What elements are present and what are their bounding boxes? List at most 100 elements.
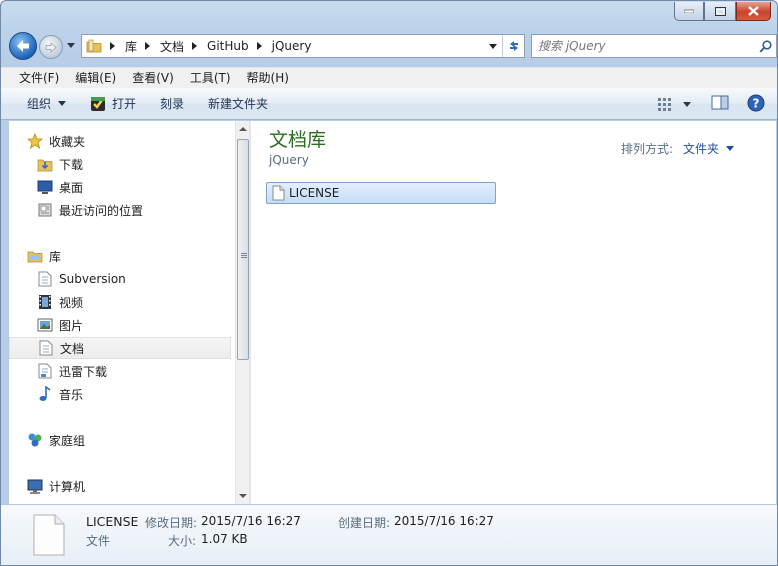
nav-desktop[interactable]: 桌面 xyxy=(9,176,83,198)
videos-icon xyxy=(37,294,53,310)
nav-label: 文档 xyxy=(60,341,85,356)
recent-places-icon xyxy=(37,202,53,218)
nav-label: 图片 xyxy=(59,318,84,333)
refresh-icon xyxy=(509,41,518,51)
menu-bar: 文件(F) 编辑(E) 查看(V) 工具(T) 帮助(H) xyxy=(1,67,777,88)
nav-label: 最近访问的位置 xyxy=(59,203,144,218)
recent-pages-dropdown[interactable] xyxy=(67,43,75,48)
caption-buttons xyxy=(674,2,771,22)
nav-videos[interactable]: 视频 xyxy=(9,291,83,313)
preview-pane-button[interactable] xyxy=(711,95,729,113)
downloads-folder-icon xyxy=(37,156,53,172)
forward-button[interactable] xyxy=(39,35,63,59)
arrange-by-dropdown[interactable]: 文件夹 xyxy=(683,140,734,157)
refresh-button[interactable] xyxy=(502,35,524,57)
address-row: 库 文档 GitHub jQuery xyxy=(9,31,777,61)
file-icon xyxy=(272,185,285,201)
maximize-icon xyxy=(714,6,726,16)
computer-icon xyxy=(27,478,43,494)
forward-arrow-icon xyxy=(45,41,57,53)
new-folder-button[interactable]: 新建文件夹 xyxy=(196,92,280,116)
change-view-button[interactable] xyxy=(657,97,691,111)
nav-label: 家庭组 xyxy=(49,433,86,448)
back-button[interactable] xyxy=(9,32,37,60)
arrange-by-value: 文件夹 xyxy=(682,142,719,156)
nav-recent-places[interactable]: 最近访问的位置 xyxy=(9,199,143,221)
breadcrumb-jquery[interactable]: jQuery xyxy=(268,35,316,57)
content-pane: 文档库 jQuery 排列方式: 文件夹 LICENSE xyxy=(251,121,776,504)
nav-homegroup[interactable]: 家庭组 xyxy=(9,429,85,451)
nav-favorites[interactable]: 收藏夹 xyxy=(9,130,85,152)
scroll-down-icon[interactable] xyxy=(239,494,247,498)
music-icon xyxy=(37,386,53,402)
details-pane: LICENSE 文件 修改日期: 2015/7/16 16:27 大小: 1.0… xyxy=(1,504,777,565)
maximize-button[interactable] xyxy=(704,2,736,21)
breadcrumb-library[interactable]: 库 xyxy=(121,35,141,57)
nav-label: 桌面 xyxy=(59,180,84,195)
nav-downloads[interactable]: 下载 xyxy=(9,153,83,175)
star-icon xyxy=(27,133,43,149)
details-modified-label: 修改日期: xyxy=(145,516,198,530)
organize-label: 组织 xyxy=(27,97,52,111)
nav-xunlei-downloads[interactable]: 迅雷下载 xyxy=(9,360,107,382)
explorer-window: 库 文档 GitHub jQuery 文件(F) 编辑(E) 查看(V) 工具(… xyxy=(0,0,778,566)
details-size-label: 大小: xyxy=(168,534,197,548)
menu-help[interactable]: 帮助(H) xyxy=(239,68,297,89)
file-item[interactable]: LICENSE xyxy=(266,182,496,204)
view-grid-icon xyxy=(658,98,671,111)
minimize-button[interactable] xyxy=(674,2,704,21)
menu-edit[interactable]: 编辑(E) xyxy=(67,68,124,89)
grip-icon xyxy=(241,253,247,259)
help-button[interactable]: ? xyxy=(747,94,765,115)
nav-label: 库 xyxy=(49,249,62,264)
breadcrumb-separator[interactable] xyxy=(145,42,151,50)
homegroup-icon xyxy=(27,432,43,448)
breadcrumb-separator[interactable] xyxy=(256,42,262,50)
navigation-scrollbar[interactable] xyxy=(235,121,249,504)
file-large-icon xyxy=(33,514,65,559)
library-subtitle: jQuery xyxy=(269,153,309,167)
navigation-pane: 收藏夹 下载 桌面 最近访问的位置 库 Subversion 视频 图片 文档 … xyxy=(9,121,235,504)
scroll-up-icon[interactable] xyxy=(239,127,247,131)
chevron-down-icon xyxy=(683,101,691,107)
search-input[interactable] xyxy=(532,36,754,56)
libraries-icon xyxy=(27,248,43,264)
address-history-dropdown[interactable] xyxy=(484,35,502,57)
preview-pane-icon xyxy=(711,95,729,110)
nav-subversion[interactable]: Subversion xyxy=(9,268,126,290)
xunlei-library-icon xyxy=(37,363,53,379)
nav-label: 计算机 xyxy=(49,479,86,494)
scroll-thumb[interactable] xyxy=(237,139,249,360)
search-box[interactable] xyxy=(531,34,777,58)
open-app-icon xyxy=(90,96,106,112)
nav-libraries[interactable]: 库 xyxy=(9,245,61,267)
nav-label: 音乐 xyxy=(59,387,84,402)
organize-button[interactable]: 组织 xyxy=(15,92,78,116)
details-file-name: LICENSE xyxy=(86,514,139,529)
address-bar[interactable]: 库 文档 GitHub jQuery xyxy=(81,34,525,58)
breadcrumb-separator[interactable] xyxy=(192,42,198,50)
breadcrumb-documents[interactable]: 文档 xyxy=(156,35,188,57)
details-created-label: 创建日期: xyxy=(338,516,391,530)
menu-view[interactable]: 查看(V) xyxy=(124,68,182,89)
open-button[interactable]: 打开 xyxy=(78,92,148,116)
close-button[interactable] xyxy=(736,2,771,21)
details-created-value: 2015/7/16 16:27 xyxy=(394,514,494,528)
nav-documents[interactable]: 文档 xyxy=(9,337,231,359)
nav-computer[interactable]: 计算机 xyxy=(9,475,85,497)
close-icon xyxy=(748,6,759,16)
help-icon: ? xyxy=(747,94,765,111)
nav-label: 收藏夹 xyxy=(49,134,86,149)
menu-file[interactable]: 文件(F) xyxy=(11,68,67,89)
menu-tools[interactable]: 工具(T) xyxy=(182,68,239,89)
nav-music[interactable]: 音乐 xyxy=(9,383,83,405)
breadcrumb-github[interactable]: GitHub xyxy=(203,35,253,57)
search-icon[interactable] xyxy=(754,35,776,57)
burn-label: 刻录 xyxy=(160,97,185,111)
burn-button[interactable]: 刻录 xyxy=(148,92,196,116)
nav-pictures[interactable]: 图片 xyxy=(9,314,83,336)
library-title: 文档库 xyxy=(269,129,327,151)
breadcrumb-separator[interactable] xyxy=(110,42,115,50)
chevron-down-icon xyxy=(58,101,67,106)
nav-label: Subversion xyxy=(59,272,126,286)
